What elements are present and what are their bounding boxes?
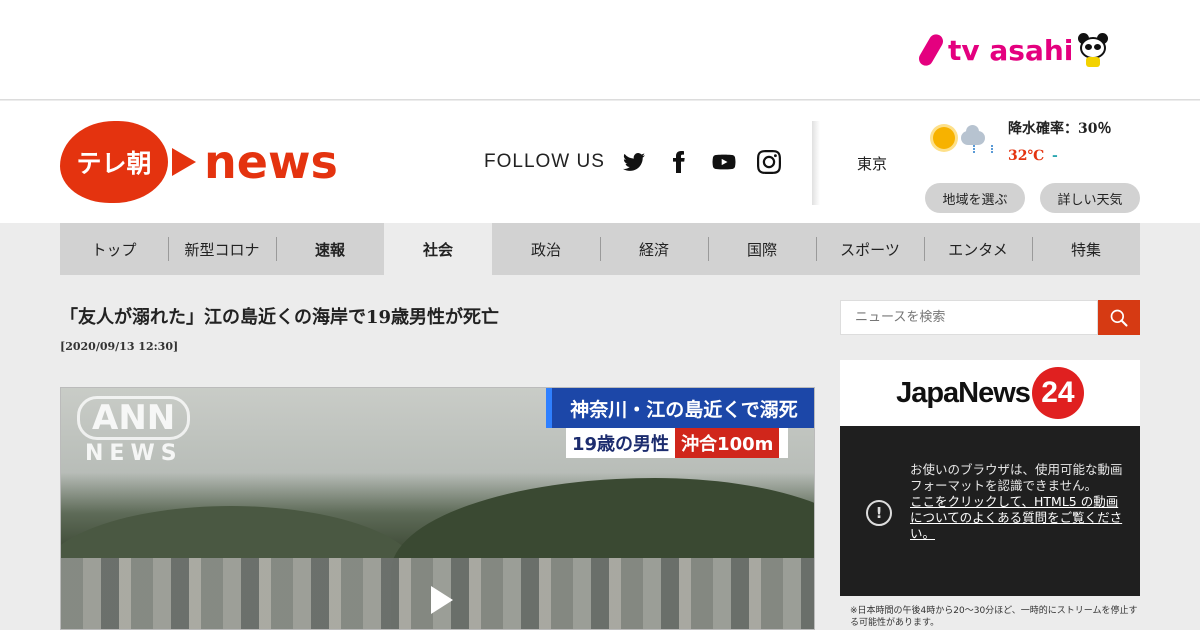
nav-item-features[interactable]: 特集 — [1032, 223, 1140, 275]
japanews24-badge: 24 — [1031, 367, 1084, 419]
nav-item-politics[interactable]: 政治 — [492, 223, 600, 275]
video-telop-line2: 19歳の男性 沖合100m — [566, 428, 788, 458]
nav-item-economy[interactable]: 経済 — [600, 223, 708, 275]
play-icon[interactable] — [431, 586, 453, 614]
news-search — [840, 300, 1140, 335]
ann-watermark-top: ANN — [77, 396, 191, 440]
video-format-error: ! お使いのブラウザは、使用可能な動画フォーマットを認識できません。 ここをクリ… — [840, 426, 1140, 596]
video-telop-line1: 神奈川・江の島近くで溺死 — [546, 388, 814, 428]
weather-icon — [933, 125, 993, 153]
nav-item-society[interactable]: 社会 — [384, 223, 492, 275]
nav-item-breaking[interactable]: 速報 — [276, 223, 384, 275]
nav-item-covid[interactable]: 新型コロナ — [168, 223, 276, 275]
temp-high: 32℃ — [1008, 148, 1045, 164]
twitter-icon[interactable] — [621, 149, 647, 175]
article-date: [2020/09/13 12:30] — [60, 340, 179, 353]
facebook-icon[interactable] — [666, 149, 692, 175]
logo-arrow-icon — [172, 148, 196, 176]
youtube-icon[interactable] — [711, 149, 737, 175]
logo-word: news — [204, 135, 338, 189]
nav-item-entertainment[interactable]: エンタメ — [924, 223, 1032, 275]
temp-low: - — [1052, 148, 1058, 164]
site-header: テレ朝 news FOLLOW US 東京 降水確率：30％ 32℃ - 地域を… — [0, 101, 1200, 223]
error-icon: ! — [866, 500, 892, 526]
precip-probability: 降水確率：30％ — [1008, 121, 1112, 137]
nav-item-international[interactable]: 国際 — [708, 223, 816, 275]
rain-icon — [973, 145, 993, 153]
article-headline: 「友人が溺れた」江の島近くの海岸で19歳男性が死亡 — [60, 307, 500, 328]
search-icon — [1110, 309, 1128, 327]
error-message-text: お使いのブラウザは、使用可能な動画フォーマットを認識できません。 — [910, 462, 1123, 493]
article-video-player[interactable]: ANN NEWS 神奈川・江の島近くで溺死 19歳の男性 沖合100m — [60, 387, 815, 630]
telop-distance: 沖合100m — [675, 428, 780, 458]
instagram-icon[interactable] — [756, 149, 782, 175]
search-button[interactable] — [1098, 300, 1140, 335]
stream-notice: ※日本時間の午後4時から20～30分ほど、一時的にストリームを停止する可能性があ… — [840, 596, 1140, 630]
telop-age: 19歳の男性 — [572, 434, 670, 455]
weather-city: 東京 — [857, 155, 888, 173]
error-message: お使いのブラウザは、使用可能な動画フォーマットを認識できません。 ここをクリック… — [910, 462, 1124, 542]
search-input[interactable] — [840, 300, 1098, 335]
japanews24-player: JapaNews 24 ! お使いのブラウザは、使用可能な動画フォーマットを認識… — [840, 360, 1140, 630]
sun-icon — [933, 127, 955, 149]
terea-news-logo[interactable]: テレ朝 news — [60, 121, 338, 203]
select-region-button[interactable]: 地域を選ぶ — [925, 183, 1025, 213]
weather-divider — [812, 121, 820, 205]
weather-detail-button[interactable]: 詳しい天気 — [1040, 183, 1140, 213]
ann-watermark-bottom: NEWS — [85, 441, 183, 466]
follow-us-label: FOLLOW US — [484, 151, 605, 172]
japanews24-wordmark: JapaNews — [896, 376, 1031, 409]
category-nav: トップ 新型コロナ 速報 社会 政治 経済 国際 スポーツ エンタメ 特集 — [60, 223, 1140, 275]
tv-asahi-wordmark: tv asahi — [948, 33, 1074, 67]
cloud-icon — [961, 125, 985, 145]
html5-faq-link[interactable]: ここをクリックして、HTML5 の動画についてのよくある質問をご覧ください。 — [910, 494, 1124, 542]
tv-asahi-slash-mark — [916, 31, 946, 69]
nav-item-sports[interactable]: スポーツ — [816, 223, 924, 275]
ann-news-watermark: ANN NEWS — [77, 396, 191, 468]
top-brand-bar: tv asahi — [0, 0, 1200, 100]
japanews24-logo[interactable]: JapaNews 24 — [840, 360, 1140, 426]
follow-us: FOLLOW US — [484, 149, 801, 175]
tv-asahi-logo[interactable]: tv asahi — [916, 30, 1109, 70]
nav-item-top[interactable]: トップ — [60, 223, 168, 275]
panda-mascot-icon — [1077, 33, 1109, 67]
logo-mark: テレ朝 — [60, 121, 168, 203]
